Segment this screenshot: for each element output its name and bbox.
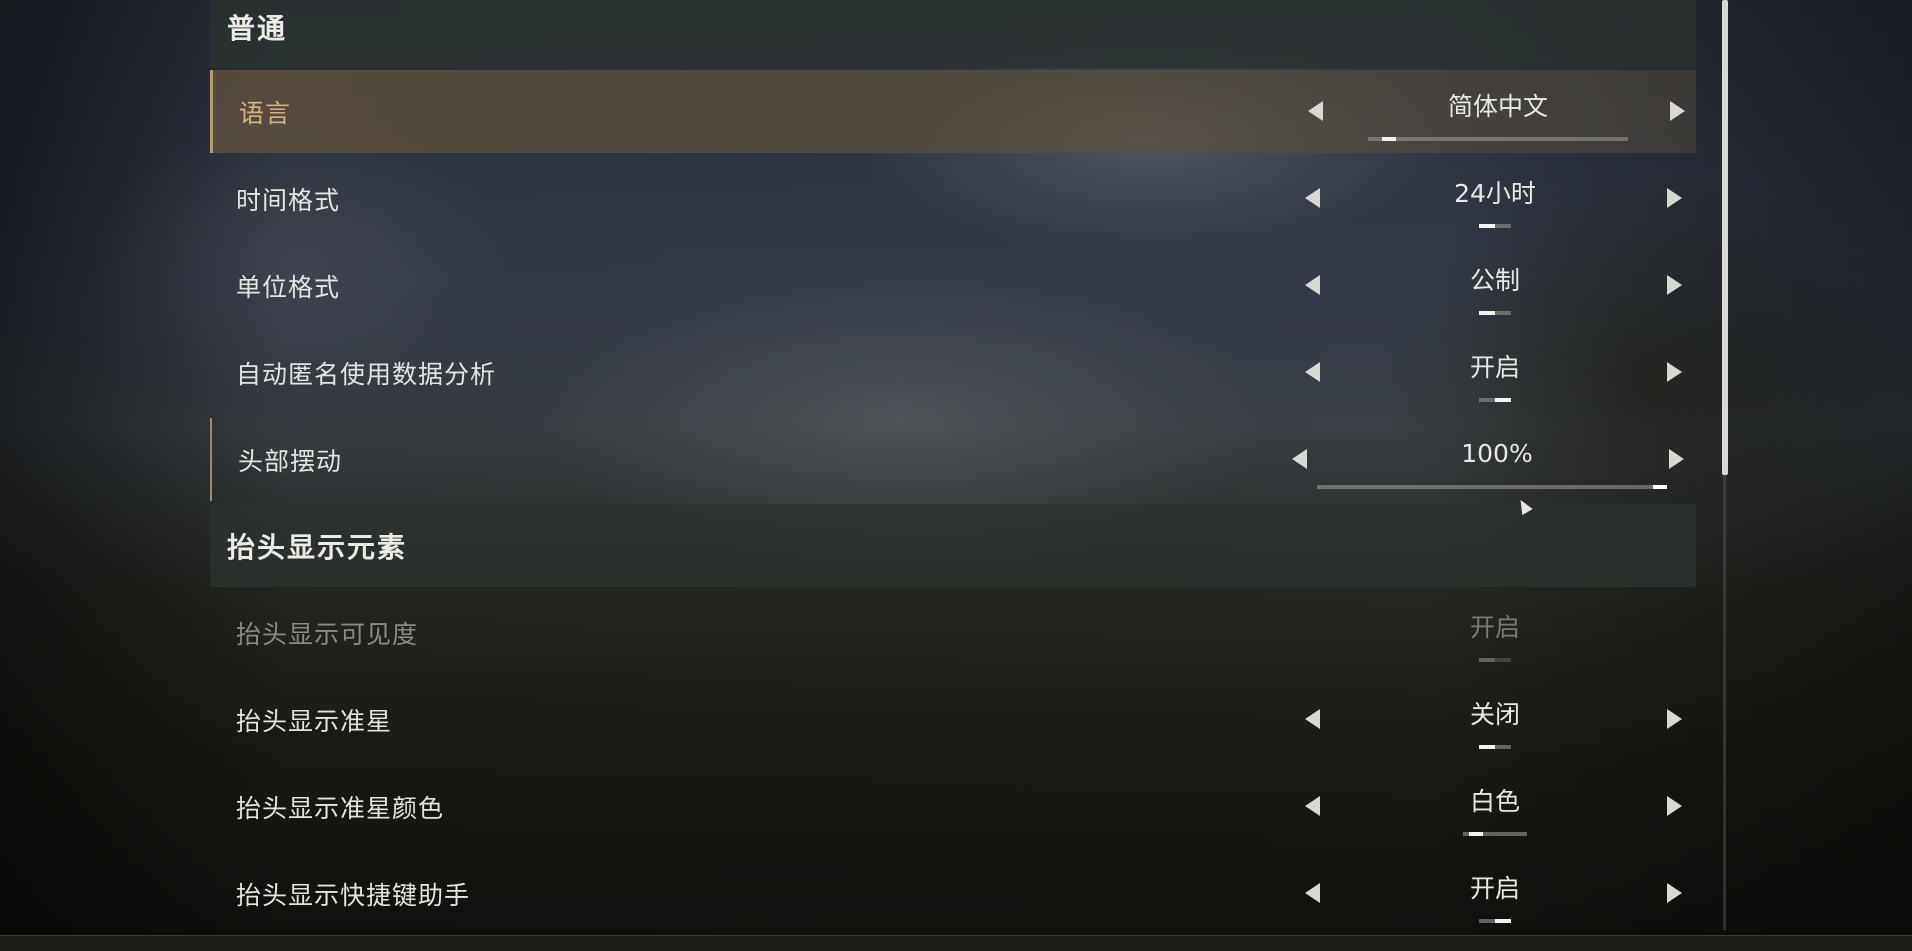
bottom-bar bbox=[0, 935, 1912, 951]
setting-row-unit-format[interactable]: 单位格式 公制 bbox=[210, 244, 1696, 327]
setting-value: 白色 bbox=[1469, 787, 1520, 816]
setting-label: 语言 bbox=[239, 98, 292, 128]
arrow-right-icon[interactable] bbox=[1667, 883, 1682, 903]
arrow-left-icon[interactable] bbox=[1292, 449, 1307, 469]
setting-label: 头部摆动 bbox=[238, 446, 343, 476]
option-position-marker bbox=[1479, 658, 1495, 662]
option-position-marker bbox=[1495, 919, 1511, 923]
arrow-right-icon[interactable] bbox=[1667, 709, 1682, 729]
setting-value: 公制 bbox=[1469, 266, 1520, 295]
setting-label: 抬头显示快捷键助手 bbox=[236, 880, 471, 910]
option-position-track bbox=[1479, 658, 1511, 662]
slider-track[interactable] bbox=[1317, 485, 1667, 489]
setting-value: 关闭 bbox=[1469, 700, 1520, 729]
section-header-general: 普通 bbox=[210, 0, 1696, 68]
setting-row-time-format[interactable]: 时间格式 24小时 bbox=[210, 157, 1696, 240]
arrow-left-icon[interactable] bbox=[1305, 883, 1320, 903]
setting-row-hud-crosshair-color[interactable]: 抬头显示准星颜色 白色 bbox=[210, 765, 1696, 848]
option-position-marker bbox=[1381, 137, 1396, 141]
section-title: 抬头显示元素 bbox=[227, 530, 408, 564]
arrow-left-icon[interactable] bbox=[1305, 188, 1320, 208]
setting-label: 时间格式 bbox=[236, 185, 341, 215]
setting-label: 抬头显示准星 bbox=[236, 706, 393, 736]
option-position-marker bbox=[1479, 745, 1495, 749]
arrow-right-icon[interactable] bbox=[1667, 188, 1682, 208]
setting-row-language[interactable]: 语言 简体中文 bbox=[210, 70, 1696, 153]
setting-value: 100% bbox=[1461, 438, 1533, 468]
settings-panel: 普通 语言 简体中文 时间格式 24小时 单位格式 公制 自动匿名使用数据分析 … bbox=[210, 0, 1720, 935]
setting-value: 24小时 bbox=[1454, 179, 1536, 208]
option-position-marker bbox=[1479, 224, 1495, 228]
setting-row-hud-crosshair[interactable]: 抬头显示准星 关闭 bbox=[210, 678, 1696, 761]
setting-value: 简体中文 bbox=[1447, 92, 1548, 121]
setting-row-hud-hotkey-helper[interactable]: 抬头显示快捷键助手 开启 bbox=[210, 852, 1696, 935]
setting-value: 开启 bbox=[1469, 613, 1520, 642]
option-position-track bbox=[1479, 311, 1511, 315]
setting-label: 抬头显示可见度 bbox=[236, 619, 419, 649]
arrow-left-icon[interactable] bbox=[1305, 275, 1320, 295]
slider-thumb[interactable] bbox=[1653, 485, 1667, 489]
setting-value: 开启 bbox=[1469, 874, 1520, 903]
option-position-marker bbox=[1495, 398, 1511, 402]
option-position-marker bbox=[1468, 832, 1483, 836]
setting-row-hud-visibility: 抬头显示可见度 开启 bbox=[210, 591, 1696, 674]
setting-row-head-bob[interactable]: 头部摆动 100% bbox=[210, 418, 1696, 501]
arrow-left-icon[interactable] bbox=[1305, 709, 1320, 729]
section-header-hud-elements: 抬头显示元素 bbox=[210, 504, 1696, 587]
arrow-left-icon[interactable] bbox=[1305, 362, 1320, 382]
arrow-right-icon[interactable] bbox=[1669, 449, 1684, 469]
setting-label: 抬头显示准星颜色 bbox=[236, 793, 445, 823]
arrow-right-icon[interactable] bbox=[1667, 796, 1682, 816]
option-position-track bbox=[1463, 832, 1527, 836]
scrollbar-thumb[interactable] bbox=[1722, 0, 1728, 475]
arrow-left-icon[interactable] bbox=[1308, 101, 1323, 121]
setting-row-anonymous-analytics[interactable]: 自动匿名使用数据分析 开启 bbox=[210, 331, 1696, 414]
arrow-left-icon[interactable] bbox=[1305, 796, 1320, 816]
option-position-marker bbox=[1479, 311, 1495, 315]
option-position-track bbox=[1479, 745, 1511, 749]
setting-label: 自动匿名使用数据分析 bbox=[236, 359, 497, 389]
arrow-right-icon[interactable] bbox=[1670, 101, 1685, 121]
setting-value: 开启 bbox=[1469, 353, 1520, 382]
arrow-right-icon[interactable] bbox=[1667, 275, 1682, 295]
option-position-track bbox=[1479, 224, 1511, 228]
option-position-track bbox=[1479, 919, 1511, 923]
option-position-track bbox=[1479, 398, 1511, 402]
setting-label: 单位格式 bbox=[236, 272, 341, 302]
arrow-right-icon[interactable] bbox=[1667, 362, 1682, 382]
section-title: 普通 bbox=[227, 11, 288, 45]
option-position-track bbox=[1368, 137, 1628, 141]
